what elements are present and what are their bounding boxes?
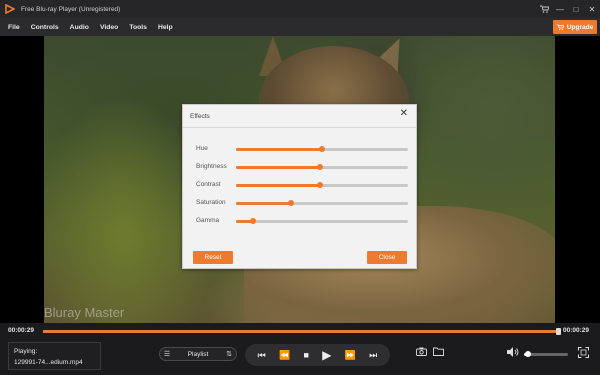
progress-bar: 00:00:29 00:00:29 xyxy=(0,323,600,339)
slider-label: Contrast xyxy=(196,181,221,188)
slider-knob[interactable] xyxy=(250,218,257,224)
cart-icon[interactable] xyxy=(536,0,552,18)
upgrade-label: Upgrade xyxy=(566,23,594,31)
slider-label: Gamma xyxy=(196,217,220,224)
menu-help[interactable]: Help xyxy=(158,24,173,31)
control-bar: Playing: 129991-74...edium.mp4 ☰ Playlis… xyxy=(0,339,600,375)
brightness-slider[interactable] xyxy=(236,164,408,170)
app-logo-icon xyxy=(5,4,15,14)
close-icon[interactable]: ✕ xyxy=(400,108,408,119)
next-icon[interactable]: ⏭ xyxy=(369,350,377,360)
folder-icon[interactable] xyxy=(433,347,444,358)
seek-knob[interactable] xyxy=(556,328,561,335)
seek-fill xyxy=(43,330,558,333)
playlist-control: ☰ Playlist ⇅ xyxy=(159,347,237,361)
playlist-settings-icon[interactable]: ⇅ xyxy=(222,350,236,358)
dialog-divider xyxy=(183,127,416,128)
now-playing-label: Playing: xyxy=(14,348,38,355)
transport-controls: ⏮ ⏪ ■ ▶ ⏩ ⏭ xyxy=(245,344,390,366)
total-time: 00:00:29 xyxy=(563,327,590,334)
seek-slider[interactable] xyxy=(43,328,561,335)
volume-knob[interactable] xyxy=(525,351,532,357)
app-title: Free Blu-ray Player (Unregistered) xyxy=(21,5,121,13)
reset-button[interactable]: Reset xyxy=(193,251,233,264)
slider-knob[interactable] xyxy=(288,200,295,206)
close-window-button[interactable]: ✕ xyxy=(584,0,600,18)
close-button[interactable]: Close xyxy=(367,251,407,264)
play-icon[interactable]: ▶ xyxy=(322,349,331,361)
contrast-slider[interactable] xyxy=(236,182,408,188)
upgrade-cart-icon xyxy=(556,24,564,30)
menu-audio[interactable]: Audio xyxy=(70,24,89,31)
previous-icon[interactable]: ⏮ xyxy=(258,350,266,360)
hue-slider[interactable] xyxy=(236,146,408,152)
effects-dialog: Effects ✕ Hue Brightness Contrast Satura… xyxy=(182,104,417,269)
snapshot-icon[interactable] xyxy=(416,347,427,358)
minimize-button[interactable]: — xyxy=(552,0,568,18)
rewind-icon[interactable]: ⏪ xyxy=(279,350,290,360)
menu-video[interactable]: Video xyxy=(100,24,118,31)
fast-forward-icon[interactable]: ⏩ xyxy=(345,350,356,360)
stop-icon[interactable]: ■ xyxy=(303,350,308,360)
playlist-button[interactable]: Playlist xyxy=(174,351,222,358)
upgrade-button[interactable]: Upgrade xyxy=(553,20,597,34)
slider-knob[interactable] xyxy=(319,146,325,152)
slider-contrast: Contrast xyxy=(196,180,408,190)
saturation-slider[interactable] xyxy=(236,200,408,206)
title-bar: Free Blu-ray Player (Unregistered) — □ ✕ xyxy=(0,0,600,18)
menu-tools[interactable]: Tools xyxy=(129,24,147,31)
current-time: 00:00:29 xyxy=(8,327,35,334)
now-playing-file: 129991-74...edium.mp4 xyxy=(14,359,83,366)
slider-hue: Hue xyxy=(196,144,408,154)
dialog-title: Effects xyxy=(190,113,210,120)
fullscreen-icon[interactable] xyxy=(578,347,589,361)
slider-saturation: Saturation xyxy=(196,198,408,208)
menu-file[interactable]: File xyxy=(8,24,20,31)
list-icon[interactable]: ☰ xyxy=(160,350,174,358)
slider-label: Saturation xyxy=(196,199,226,206)
slider-knob[interactable] xyxy=(317,164,324,170)
window-controls: — □ ✕ xyxy=(536,0,600,18)
slider-label: Hue xyxy=(196,145,208,152)
volume-icon[interactable] xyxy=(507,347,519,359)
menu-bar: File Controls Audio Video Tools Help xyxy=(0,18,600,36)
watermark: Bluray Master xyxy=(44,305,125,320)
gamma-slider[interactable] xyxy=(236,218,408,224)
slider-brightness: Brightness xyxy=(196,162,408,172)
menu-controls[interactable]: Controls xyxy=(31,24,59,31)
slider-knob[interactable] xyxy=(317,182,324,188)
slider-label: Brightness xyxy=(196,163,227,170)
volume-slider[interactable] xyxy=(524,351,568,357)
maximize-button[interactable]: □ xyxy=(568,0,584,18)
now-playing: Playing: 129991-74...edium.mp4 xyxy=(8,342,101,370)
slider-gamma: Gamma xyxy=(196,216,408,226)
